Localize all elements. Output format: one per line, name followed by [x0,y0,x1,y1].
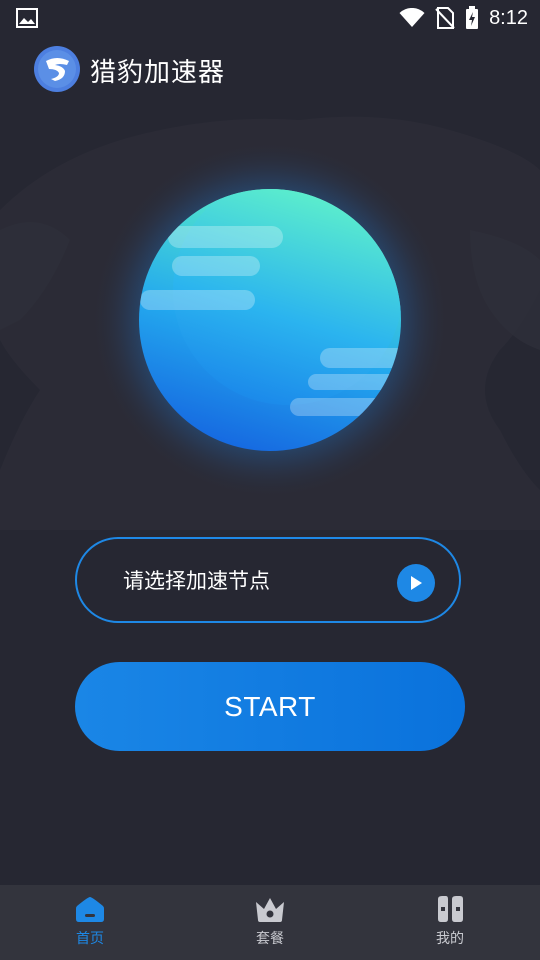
node-select-label: 请选择加速节点 [123,569,270,593]
crown-icon [256,898,284,922]
battery-charging-icon [466,6,479,29]
app-header: 猎豹加速器 [0,44,540,96]
nav-item-plans[interactable]: 套餐 [180,885,360,960]
cheetah-logo-icon [34,46,80,92]
image-icon [16,8,38,28]
play-icon [397,564,435,602]
node-select-button[interactable]: 请选择加速节点 [75,537,461,623]
no-sim-icon [435,7,455,29]
start-button[interactable]: START [75,662,465,751]
app-title: 猎豹加速器 [90,58,226,88]
nav-label-home: 首页 [76,931,104,947]
bottom-nav: 首页 套餐 我的 [0,885,540,960]
nav-label-profile: 我的 [436,931,464,947]
accelerator-globe [90,140,450,500]
status-bar: 8:12 [0,0,540,36]
home-icon [76,897,104,922]
user-icon [438,896,463,922]
nav-label-plans: 套餐 [256,931,284,947]
nav-item-profile[interactable]: 我的 [360,885,540,960]
wifi-icon [399,8,425,27]
nav-item-home[interactable]: 首页 [0,885,180,960]
status-time: 8:12 [489,6,528,29]
